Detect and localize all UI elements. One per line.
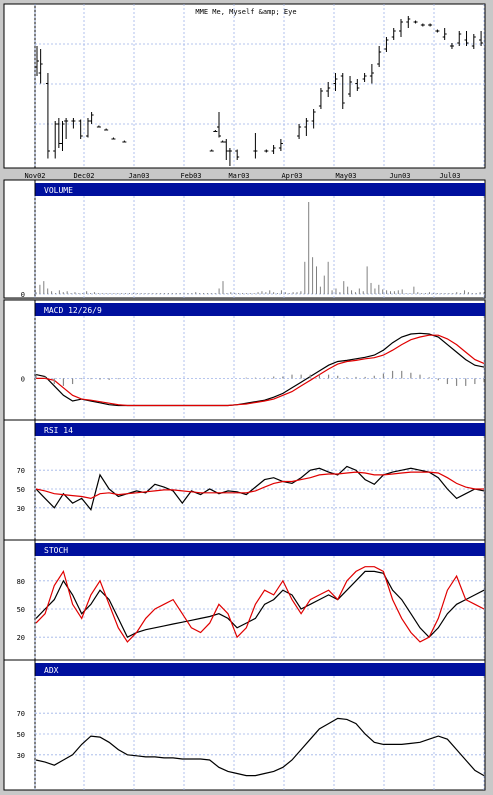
panel-frame-1 xyxy=(3,179,486,299)
panel-title-bar-2 xyxy=(35,303,485,316)
panel-title: STOCH xyxy=(44,546,68,555)
panel-title-bar-4 xyxy=(35,543,485,556)
panel-title-bar-3 xyxy=(35,423,485,436)
chart-canvas: MME Me, Myself &amp; Eye Nov02 Dec02 Jan03 F… xyxy=(0,0,493,795)
y-tick-label: 0 xyxy=(21,375,25,383)
panel-frame-5 xyxy=(3,659,486,791)
x-tick-label: Jul03 xyxy=(439,172,460,180)
y-tick-label: 30 xyxy=(17,505,25,513)
y-tick-label: 70 xyxy=(17,467,25,475)
y-tick-label: 20 xyxy=(17,634,25,642)
y-tick-label: 0 xyxy=(21,291,25,299)
panel-frame-4 xyxy=(3,539,486,661)
x-tick-label: Jan03 xyxy=(128,172,149,180)
x-tick-label: Mar03 xyxy=(228,172,249,180)
y-tick-label: 50 xyxy=(17,486,25,494)
y-tick-label: 50 xyxy=(17,606,25,614)
y-tick-label: 30 xyxy=(17,752,25,760)
panel-title-bar-5 xyxy=(35,663,485,676)
y-tick-label: 70 xyxy=(17,710,25,718)
chart-title: MME Me, Myself &amp; Eye xyxy=(195,8,296,16)
panel-title: RSI 14 xyxy=(44,426,73,435)
panel-frame-0 xyxy=(3,3,486,169)
x-tick-label: Feb03 xyxy=(180,172,201,180)
panel-frame-3 xyxy=(3,419,486,541)
panel-title: VOLUME xyxy=(44,186,73,195)
y-tick-label: 50 xyxy=(17,731,25,739)
x-tick-label: Nov02 xyxy=(24,172,45,180)
panel-frame-2 xyxy=(3,299,486,421)
x-tick-label: Dec02 xyxy=(73,172,94,180)
panel-title: ADX xyxy=(44,666,59,675)
panel-title-bar-1 xyxy=(35,183,485,196)
panel-title: MACD 12/26/9 xyxy=(44,306,102,315)
x-tick-label: May03 xyxy=(335,172,356,180)
x-tick-label: Apr03 xyxy=(281,172,302,180)
x-tick-label: Jun03 xyxy=(389,172,410,180)
y-tick-label: 80 xyxy=(17,578,25,586)
